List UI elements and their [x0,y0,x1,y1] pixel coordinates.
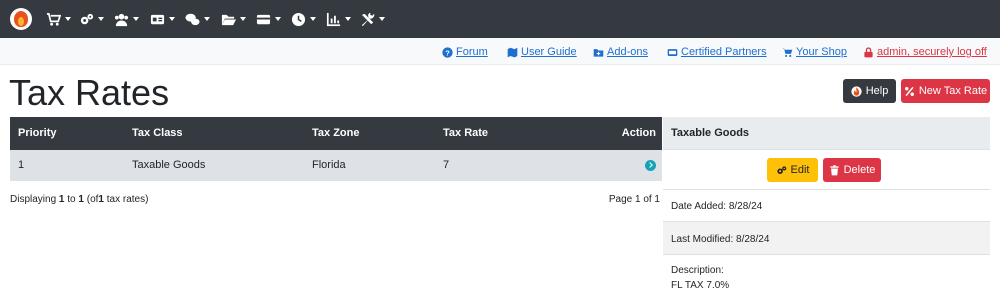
description-value: FL TAX 7.0% [671,280,730,291]
id-card-icon [150,14,165,24]
column-header-tax-zone[interactable]: Tax Zone [312,117,359,150]
chevron-down-icon [345,17,351,21]
new-tax-rate-button-label: New Tax Rate [918,85,988,97]
displaying-count: Displaying 1 to 1 (of1 tax rates) [10,194,149,205]
users-icon [114,13,129,26]
tax-rates-table-header: Priority Tax Class Tax Zone Tax Rate Act… [10,117,662,150]
trash-icon [829,164,839,175]
modules-menu[interactable] [150,9,175,29]
configuration-menu[interactable] [79,9,104,29]
top-navbar [0,0,1000,38]
edit-button-label: Edit [790,164,810,176]
map-icon [507,47,518,57]
description-label: Description: [671,265,724,276]
addons-link[interactable]: Add-ons [593,45,648,59]
help-button-label: Help [865,85,889,97]
comments-icon [185,13,200,25]
credit-card-icon [256,14,271,24]
percent-icon [904,86,914,96]
addons-link-label: Add-ons [607,46,648,58]
gears-icon [776,165,786,174]
logoff-link-label: admin, securely log off [877,46,987,58]
chevron-down-icon [310,17,316,21]
date-added-row: Date Added: 8/28/24 [663,190,990,222]
side-panel-title: Taxable Goods [671,127,750,139]
logoff-link[interactable]: admin, securely log off [863,45,987,59]
delete-button-label: Delete [843,164,876,176]
extras-menu[interactable] [185,9,210,29]
bar-chart-icon [326,12,341,26]
chevron-down-icon [169,17,175,21]
catalog-menu[interactable] [46,9,71,29]
gears-icon [80,13,94,24]
folder-open-icon [221,14,236,25]
zen-cart-logo-icon [851,85,862,97]
certified-partners-link[interactable]: Certified Partners [667,45,767,59]
column-header-action: Action [621,127,656,139]
chevron-down-icon [275,17,281,21]
user-guide-link[interactable]: User Guide [507,45,577,59]
customers-menu[interactable] [114,9,139,29]
chevron-down-icon [133,17,139,21]
folder-plus-icon [593,48,604,57]
question-circle-icon: ? [442,46,453,58]
certified-partners-link-label: Certified Partners [681,46,767,58]
tools-icon [361,12,375,26]
side-panel-heading: Taxable Goods [663,117,990,150]
tools-menu[interactable] [221,9,246,29]
chevron-down-icon [204,17,210,21]
edit-button[interactable]: Edit [767,158,818,182]
description-row: Description: FL TAX 7.0% [663,255,990,302]
lock-icon [864,46,873,57]
last-modified-row: Last Modified: 8/28/24 [663,222,990,255]
cart-icon [46,12,61,26]
forum-link-label: Forum [456,46,488,58]
date-added: Date Added: 8/28/24 [671,201,763,212]
cell-tax-class: Taxable Goods [132,159,206,171]
admin-tools-menu[interactable] [360,9,385,29]
forum-link[interactable]: ? Forum [442,45,488,59]
table-row[interactable]: 1 Taxable Goods Florida 7 [10,150,662,181]
chevron-down-icon [379,17,385,21]
id-card-icon [667,48,678,56]
app-logo[interactable] [10,8,32,30]
chevron-down-icon [98,17,104,21]
cell-tax-rate: 7 [443,159,450,171]
help-button[interactable]: Help [843,79,896,103]
chevron-down-icon [240,17,246,21]
row-info-arrow-icon[interactable] [645,160,656,171]
payments-menu[interactable] [256,9,281,29]
your-shop-link[interactable]: Your Shop [782,45,847,59]
new-tax-rate-button[interactable]: New Tax Rate [901,79,990,103]
svg-text:?: ? [445,48,450,57]
page-info: Page 1 of 1 [608,194,660,205]
cell-priority: 1 [18,159,25,171]
timer-menu[interactable] [291,9,316,29]
reports-menu[interactable] [326,9,351,29]
cell-tax-zone: Florida [312,159,346,171]
last-modified: Last Modified: 8/28/24 [671,234,770,245]
clock-icon [291,12,306,26]
header-links-bar: ? Forum User Guide Add-ons Certified Par… [0,38,1000,65]
delete-button[interactable]: Delete [823,158,881,182]
column-header-priority[interactable]: Priority [18,117,57,150]
cart-icon [782,47,793,57]
page-title: Tax Rates [9,72,170,113]
column-header-tax-class[interactable]: Tax Class [132,117,183,150]
column-header-tax-rate[interactable]: Tax Rate [443,117,488,150]
chevron-down-icon [65,17,71,21]
your-shop-link-label: Your Shop [796,46,847,58]
user-guide-link-label: User Guide [521,46,577,58]
